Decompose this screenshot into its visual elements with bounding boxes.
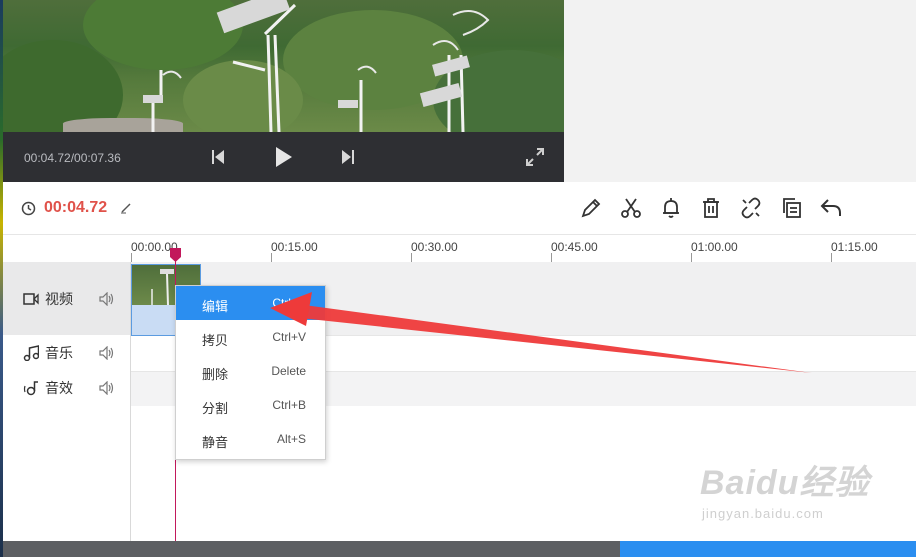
- volume-icon[interactable]: [99, 381, 115, 395]
- ruler-tick-label: 01:00.00: [691, 240, 738, 254]
- track-sidebar: 视频 音乐 音效: [3, 262, 131, 541]
- menu-item-label: 静音: [202, 435, 229, 450]
- menu-item-label: 分割: [202, 401, 229, 416]
- watermark-logo: Baidu经验: [700, 464, 870, 502]
- menu-item-mute[interactable]: 静音 Alt+S: [176, 422, 325, 456]
- play-icon[interactable]: [271, 145, 295, 169]
- track-name: 音乐: [45, 344, 73, 361]
- menu-item-label: 编辑: [202, 299, 229, 314]
- menu-item-shortcut: Ctrl+B: [272, 398, 306, 412]
- next-icon[interactable]: [336, 145, 360, 169]
- menu-item-delete[interactable]: 删除 Delete: [176, 354, 325, 388]
- preview-side-panel: [564, 0, 916, 182]
- unlink-icon[interactable]: [739, 196, 763, 220]
- ruler-tick-label: 00:45.00: [551, 240, 598, 254]
- playhead-handle[interactable]: [170, 248, 181, 262]
- volume-icon[interactable]: [99, 291, 115, 306]
- menu-item-edit[interactable]: 编辑 Ctrl+E: [176, 286, 325, 320]
- track-label-sfx[interactable]: 音效: [3, 371, 130, 405]
- track-label-video[interactable]: 视频: [3, 262, 130, 335]
- ruler-tick-label: 00:15.00: [271, 240, 318, 254]
- copy-icon[interactable]: [779, 196, 803, 220]
- timeline-toolbar: 00:04.72: [3, 182, 916, 235]
- menu-item-shortcut: Alt+S: [276, 432, 306, 446]
- volume-icon[interactable]: [99, 345, 115, 360]
- scissors-icon[interactable]: [619, 196, 643, 220]
- ruler-tick-label: 00:30.00: [411, 240, 458, 254]
- menu-item-label: 删除: [202, 367, 229, 382]
- context-menu: 编辑 Ctrl+E 拷贝 Ctrl+V 删除 Delete 分割 Ctrl+B …: [175, 285, 326, 460]
- music-note-icon: [23, 344, 39, 361]
- video-preview: [3, 0, 564, 132]
- timeline-scrollbar[interactable]: [3, 541, 916, 557]
- track-name: 视频: [45, 290, 73, 307]
- fullscreen-icon[interactable]: [523, 145, 547, 169]
- ruler-tick-label: 01:15.00: [831, 240, 878, 254]
- ruler-spacer: [3, 235, 130, 262]
- video-camera-icon: [23, 292, 39, 305]
- menu-item-copy[interactable]: 拷贝 Ctrl+V: [176, 320, 325, 354]
- menu-item-label: 拷贝: [202, 333, 229, 348]
- trash-icon[interactable]: [699, 196, 723, 220]
- baidu-watermark: Baidu经验 jingyan.baidu.com: [700, 455, 869, 521]
- bell-icon[interactable]: [659, 196, 683, 220]
- previous-icon[interactable]: [206, 145, 230, 169]
- current-time: 00:04.72: [44, 199, 108, 216]
- clock-icon: [21, 201, 36, 216]
- player-time-readout: 00:04.72/00:07.36: [24, 151, 121, 165]
- wind-turbines-image: [143, 0, 490, 132]
- undo-icon[interactable]: [819, 196, 843, 220]
- menu-item-split[interactable]: 分割 Ctrl+B: [176, 388, 325, 422]
- track-label-music[interactable]: 音乐: [3, 335, 130, 370]
- track-name: 音效: [45, 380, 73, 396]
- menu-item-shortcut: Ctrl+E: [272, 296, 306, 310]
- edit-time-icon[interactable]: [120, 202, 132, 214]
- menu-item-shortcut: Delete: [271, 364, 306, 378]
- player-controls-bar: 00:04.72/00:07.36: [3, 132, 564, 182]
- scrollbar-thumb[interactable]: [620, 541, 916, 557]
- sound-effect-icon: [23, 381, 38, 396]
- menu-item-shortcut: Ctrl+V: [272, 330, 306, 344]
- pencil-icon[interactable]: [579, 196, 603, 220]
- watermark-url: jingyan.baidu.com: [702, 506, 824, 521]
- time-ruler[interactable]: 00:00.00 00:15.00 00:30.00 00:45.00 01:0…: [131, 235, 916, 262]
